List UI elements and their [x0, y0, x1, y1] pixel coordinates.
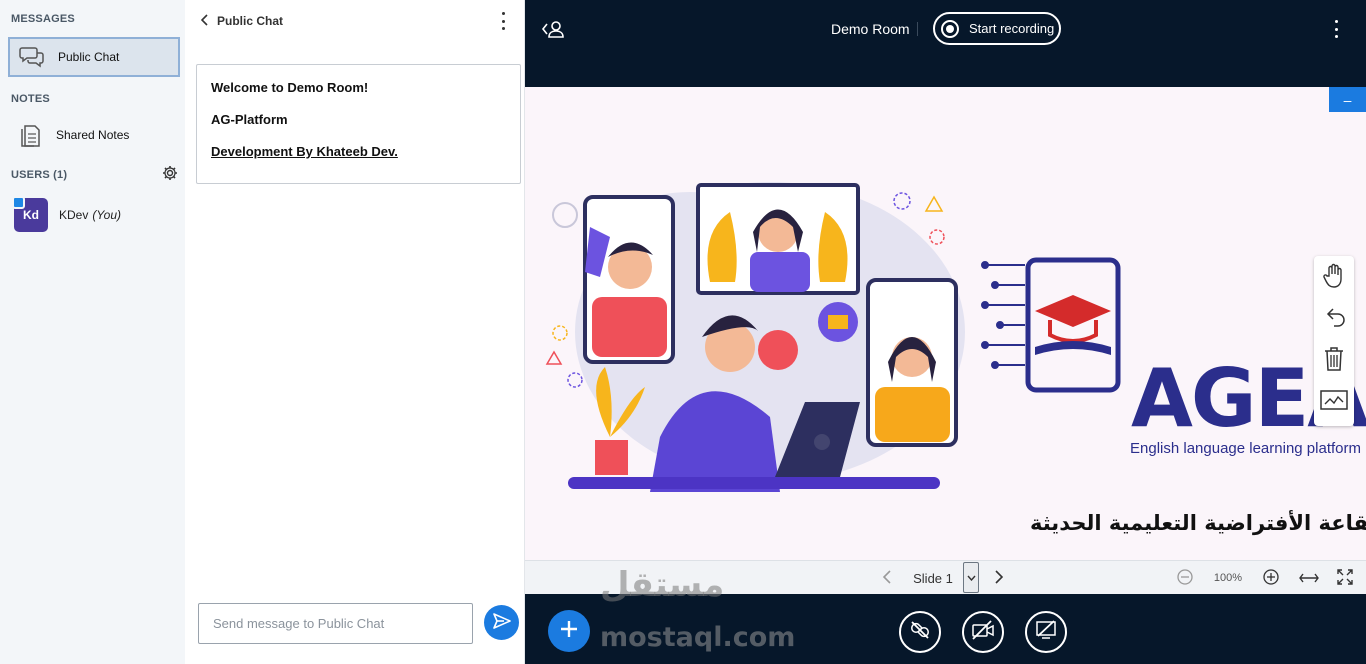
pan-tool-button[interactable]: [1314, 256, 1354, 298]
video-conference-illustration: [545, 182, 965, 492]
arabic-slogan: القاعة الأفتراضية التعليمية الحديثة: [1030, 511, 1366, 535]
watermark-arabic: مستقل: [600, 565, 725, 605]
presenter-icon: [12, 196, 25, 209]
sidebar-item-public-chat[interactable]: Public Chat: [8, 37, 180, 77]
whiteboard-button[interactable]: [1314, 382, 1354, 424]
public-chat-label: Public Chat: [58, 50, 120, 64]
zoom-out-icon: [1177, 568, 1193, 588]
top-navbar: Demo Room Start recording: [525, 0, 1366, 58]
minimize-icon: –: [1343, 91, 1352, 108]
notes-icon: [16, 121, 44, 149]
whiteboard-icon: [1320, 389, 1348, 417]
clear-annotations-button[interactable]: [1314, 340, 1354, 382]
divider: [917, 22, 918, 36]
start-recording-button[interactable]: Start recording: [933, 12, 1061, 45]
welcome-line: Development By Khateeb Dev.: [211, 144, 398, 159]
toggle-userlist-button[interactable]: [541, 18, 565, 40]
annotation-toolbar: [1314, 256, 1354, 426]
user-list-item[interactable]: Kd KDev (You): [12, 196, 122, 232]
join-audio-button[interactable]: [899, 611, 941, 653]
share-webcam-button[interactable]: [962, 611, 1004, 653]
presentation-slide[interactable]: AGEA English language learning platform …: [525, 87, 1366, 560]
user-list-sidebar: MESSAGES Public Chat NOTES Shared Notes …: [0, 0, 185, 664]
zoom-in-icon: [1263, 568, 1279, 588]
options-menu-icon[interactable]: [1333, 20, 1339, 38]
next-slide-button[interactable]: [988, 561, 1008, 595]
send-icon: [492, 613, 511, 632]
hand-icon: [1322, 262, 1346, 293]
user-you-label: (You): [92, 208, 122, 222]
actions-plus-button[interactable]: [548, 610, 590, 652]
chat-message-input[interactable]: [198, 603, 473, 644]
chevron-left-icon: [200, 13, 209, 29]
chevron-left-icon: [882, 569, 892, 587]
minimize-presentation-button[interactable]: –: [1329, 87, 1366, 112]
screenshare-off-icon: [1035, 619, 1057, 645]
zoom-in-button[interactable]: [1261, 561, 1281, 595]
share-screen-button[interactable]: [1025, 611, 1067, 653]
brand-subtitle: English language learning platform: [1130, 440, 1361, 457]
plus-icon: [559, 619, 579, 644]
users-section-title: USERS (1): [11, 169, 68, 181]
action-bar: مستقل mostaql.com: [525, 568, 1366, 664]
room-title: Demo Room: [831, 21, 910, 37]
watermark-latin: mostaql.com: [600, 622, 796, 653]
record-label: Start recording: [969, 21, 1055, 36]
sidebar-item-shared-notes[interactable]: Shared Notes: [8, 115, 180, 155]
fit-width-button[interactable]: [1297, 561, 1321, 595]
record-icon: [941, 19, 959, 38]
messages-section-title: MESSAGES: [11, 13, 75, 25]
welcome-line: Welcome to Demo Room!: [211, 80, 369, 95]
chat-title: Public Chat: [217, 14, 284, 28]
prev-slide-button[interactable]: [877, 561, 897, 595]
zoom-out-button[interactable]: [1175, 561, 1195, 595]
slide-select-dropdown[interactable]: [963, 562, 979, 593]
undo-button[interactable]: [1314, 298, 1354, 340]
notes-section-title: NOTES: [11, 93, 50, 105]
gear-icon[interactable]: [162, 165, 178, 181]
shared-notes-label: Shared Notes: [56, 128, 130, 142]
user-name: KDev: [59, 208, 89, 222]
zoom-value: 100%: [1213, 572, 1243, 584]
chevron-right-icon: [994, 569, 1003, 587]
chevron-down-icon: [966, 573, 976, 583]
presentation-area: Demo Room Start recording AGEA English l…: [525, 0, 1366, 664]
chat-back-button[interactable]: Public Chat: [200, 12, 284, 30]
trash-icon: [1323, 346, 1345, 377]
welcome-line: AG-Platform: [211, 112, 288, 127]
undo-icon: [1322, 305, 1346, 334]
welcome-message: Welcome to Demo Room! AG-Platform Develo…: [196, 64, 521, 184]
avatar: Kd: [12, 196, 48, 232]
slide-number-label: Slide 1: [913, 570, 953, 586]
send-message-button[interactable]: [484, 605, 519, 640]
chat-bubbles-icon: [18, 43, 46, 71]
fullscreen-icon: [1337, 568, 1353, 588]
video-off-icon: [971, 619, 995, 645]
audio-off-icon: [909, 619, 931, 646]
agea-logo-phone-icon: [981, 257, 1121, 393]
chat-options-icon[interactable]: [500, 12, 506, 30]
chat-panel: Public Chat Welcome to Demo Room! AG-Pla…: [185, 0, 525, 664]
fit-width-icon: [1299, 571, 1319, 586]
fullscreen-button[interactable]: [1335, 561, 1355, 595]
avatar-initials: Kd: [23, 208, 39, 222]
